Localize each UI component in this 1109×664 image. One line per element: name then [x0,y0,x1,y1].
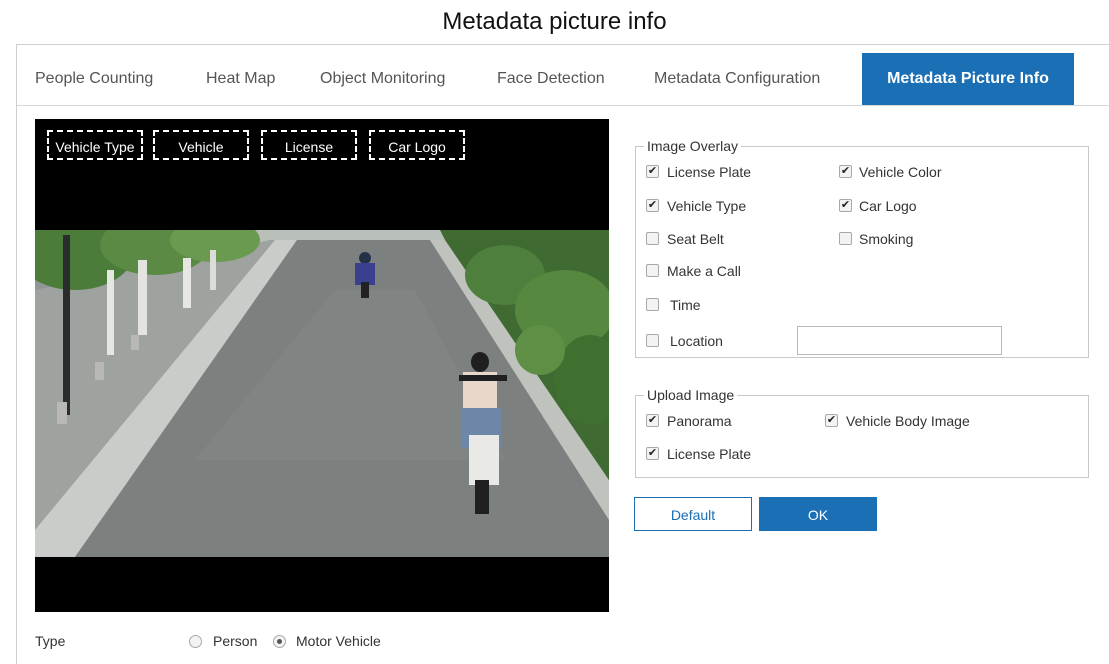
image-overlay-legend: Image Overlay [647,138,739,154]
vehicle-body-image-checkbox[interactable]: ✔ [825,414,838,427]
location-input[interactable] [797,326,1002,355]
panorama-checkbox[interactable]: ✔ [646,414,659,427]
license-plate-checkbox[interactable]: ✔ [646,165,659,178]
tab-face-detection[interactable]: Face Detection [497,53,605,105]
vehicle-type-checkbox[interactable]: ✔ [646,199,659,212]
type-label: Type [35,633,66,649]
upload-license-plate-label: License Plate [667,446,752,462]
vehicle-color-label: Vehicle Color [859,164,942,180]
vehicle-color-checkbox[interactable]: ✔ [839,165,852,178]
motor-vehicle-radio-label: Motor Vehicle [296,633,381,649]
car-logo-label: Car Logo [859,198,917,214]
tab-object-monitoring[interactable]: Object Monitoring [320,53,445,105]
street-scene-image [35,230,609,557]
radio-selected-dot [277,639,282,644]
seat-belt-label: Seat Belt [667,231,724,247]
tab-heat-map[interactable]: Heat Map [206,53,275,105]
overlay-box-car-logo[interactable]: Car Logo [369,130,465,160]
smoking-label: Smoking [859,231,914,247]
location-label: Location [670,333,723,349]
page-caption: Metadata picture info [442,8,667,35]
overlay-box-vehicle-type[interactable]: Vehicle Type [47,130,143,160]
smoking-checkbox[interactable] [839,232,852,245]
time-label: Time [670,297,701,313]
location-checkbox[interactable] [646,334,659,347]
time-checkbox[interactable] [646,298,659,311]
video-preview: Vehicle Type Vehicle License Car Logo [35,119,609,612]
settings-panel: People Counting Heat Map Object Monitori… [16,44,1109,664]
upload-image-legend: Upload Image [647,387,735,403]
vehicle-body-image-label: Vehicle Body Image [846,413,970,429]
make-a-call-checkbox[interactable] [646,264,659,277]
car-logo-checkbox[interactable]: ✔ [839,199,852,212]
tab-bar: People Counting Heat Map Object Monitori… [17,53,1109,106]
seat-belt-checkbox[interactable] [646,232,659,245]
person-radio-label: Person [213,633,258,649]
overlay-box-vehicle[interactable]: Vehicle [153,130,249,160]
make-a-call-label: Make a Call [667,263,741,279]
overlay-box-license[interactable]: License [261,130,357,160]
vehicle-type-label: Vehicle Type [667,198,747,214]
tab-metadata-picture-info[interactable]: Metadata Picture Info [862,53,1074,105]
person-radio[interactable] [189,635,202,648]
panorama-label: Panorama [667,413,732,429]
ok-button[interactable]: OK [759,497,877,531]
tab-people-counting[interactable]: People Counting [35,53,153,105]
motor-vehicle-radio[interactable] [273,635,286,648]
upload-license-plate-checkbox[interactable]: ✔ [646,447,659,460]
tab-metadata-configuration[interactable]: Metadata Configuration [654,53,820,105]
license-plate-label: License Plate [667,164,752,180]
upload-image-group: Upload Image [635,387,1089,478]
default-button[interactable]: Default [634,497,752,531]
